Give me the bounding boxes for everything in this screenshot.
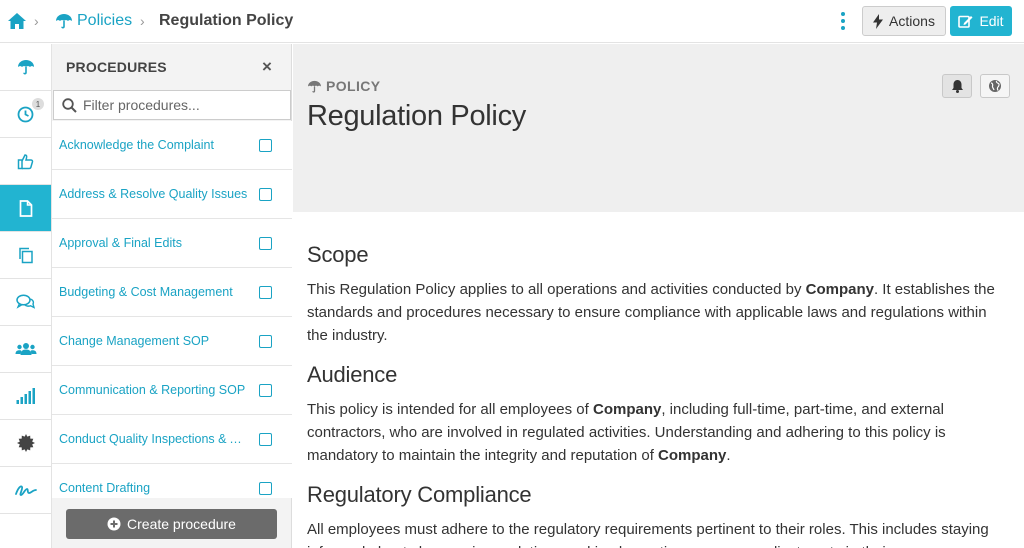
users-icon [15, 343, 36, 355]
section-body-regulatory-compliance: All employees must adhere to the regulat… [307, 521, 989, 548]
clock-icon [17, 106, 34, 122]
rail-document-item[interactable] [0, 185, 51, 232]
document-view: POLICY Regulation Policy Scope This Regu… [293, 44, 1024, 548]
procedure-checkbox[interactable] [259, 383, 272, 397]
procedure-checkbox[interactable] [259, 481, 272, 495]
section-heading-regulatory-compliance: Regulatory Compliance [307, 482, 532, 507]
public-visibility-button[interactable] [980, 74, 1010, 98]
filter-procedures-field[interactable] [53, 90, 291, 120]
procedure-checkbox[interactable] [259, 432, 272, 446]
plus-circle-icon [107, 517, 121, 531]
top-bar: › Policies › Regulation Policy Actions E… [0, 0, 1024, 43]
create-procedure-button[interactable]: Create procedure [66, 509, 277, 539]
rail-stats-item[interactable] [0, 373, 51, 420]
section-body-audience: This policy is intended for all employee… [307, 401, 946, 464]
rail-signatures-item[interactable] [0, 467, 51, 514]
create-procedure-label: Create procedure [127, 516, 236, 532]
filter-procedures-input[interactable] [83, 97, 283, 113]
procedure-checkbox[interactable] [259, 334, 272, 348]
section-heading-scope: Scope [307, 242, 369, 267]
procedures-panel: PROCEDURES × Acknowledge the Complaint A… [52, 44, 292, 548]
breadcrumb-policies-label: Policies [77, 12, 133, 29]
actions-button[interactable]: Actions [862, 6, 946, 36]
document-type-label: POLICY [307, 78, 381, 94]
document-icon [19, 199, 32, 217]
procedures-title: PROCEDURES [66, 59, 167, 75]
procedure-item[interactable]: Change Management SOP [52, 317, 292, 366]
procedure-label[interactable]: Acknowledge the Complaint [59, 138, 249, 152]
umbrella-icon [17, 60, 34, 75]
rail-policies-item[interactable] [0, 44, 51, 91]
breadcrumb-separator-icon: › [140, 13, 145, 29]
edit-icon [958, 15, 973, 28]
procedure-label[interactable]: Communication & Reporting SOP [59, 383, 249, 397]
notifications-button[interactable] [942, 74, 972, 98]
procedure-item[interactable]: Address & Resolve Quality Issues [52, 170, 292, 219]
procedure-item[interactable]: Approval & Final Edits [52, 219, 292, 268]
section-body-scope: This Regulation Policy applies to all op… [307, 281, 995, 344]
rail-approvals-item[interactable] [0, 138, 51, 185]
procedure-label[interactable]: Address & Resolve Quality Issues [59, 187, 249, 201]
thumbs-up-icon [17, 153, 34, 169]
icon-rail: 1 [0, 44, 52, 548]
rail-users-item[interactable] [0, 326, 51, 373]
globe-icon [989, 80, 1001, 92]
close-icon[interactable]: × [262, 57, 272, 77]
more-options-icon[interactable] [836, 10, 850, 32]
procedure-label[interactable]: Content Drafting [59, 481, 249, 495]
procedure-item[interactable]: Budgeting & Cost Management [52, 268, 292, 317]
signature-icon [14, 485, 37, 496]
procedures-list: Acknowledge the Complaint Address & Reso… [52, 121, 292, 498]
document-title: Regulation Policy [307, 100, 526, 132]
signal-icon [16, 388, 35, 404]
document-type-text: POLICY [326, 78, 381, 94]
rail-copies-item[interactable] [0, 232, 51, 279]
umbrella-icon [56, 14, 72, 29]
bolt-icon [873, 13, 884, 29]
edit-label: Edit [979, 13, 1004, 29]
section-heading-audience: Audience [307, 362, 398, 387]
procedure-checkbox[interactable] [259, 236, 272, 250]
procedure-item[interactable]: Conduct Quality Inspections & Audits [52, 415, 292, 464]
actions-label: Actions [889, 13, 935, 29]
procedure-label[interactable]: Change Management SOP [59, 334, 249, 348]
rail-settings-item[interactable] [0, 420, 51, 467]
gear-icon [16, 434, 35, 452]
procedure-checkbox[interactable] [259, 138, 272, 152]
comments-icon [16, 294, 35, 309]
edit-button[interactable]: Edit [950, 6, 1012, 36]
search-icon [62, 97, 77, 113]
bell-icon [951, 80, 963, 93]
procedure-label[interactable]: Approval & Final Edits [59, 236, 249, 250]
home-icon[interactable] [6, 0, 28, 42]
rail-comments-item[interactable] [0, 279, 51, 326]
umbrella-icon [308, 80, 321, 93]
breadcrumb-separator-icon: › [34, 13, 39, 29]
procedure-label[interactable]: Conduct Quality Inspections & Audits [59, 432, 249, 446]
procedure-item[interactable]: Communication & Reporting SOP [52, 366, 292, 415]
procedure-label[interactable]: Budgeting & Cost Management [59, 285, 249, 299]
copy-icon [18, 247, 33, 263]
procedure-checkbox[interactable] [259, 285, 272, 299]
procedure-item[interactable]: Acknowledge the Complaint [52, 121, 292, 170]
procedure-item[interactable]: Content Drafting [52, 464, 292, 498]
procedure-checkbox[interactable] [259, 187, 272, 201]
breadcrumb-current: Regulation Policy [159, 12, 294, 29]
history-count-badge: 1 [32, 98, 44, 110]
rail-history-item[interactable]: 1 [0, 91, 51, 138]
document-header: POLICY Regulation Policy [293, 44, 1024, 212]
breadcrumb-policies-link[interactable]: Policies [55, 0, 132, 42]
